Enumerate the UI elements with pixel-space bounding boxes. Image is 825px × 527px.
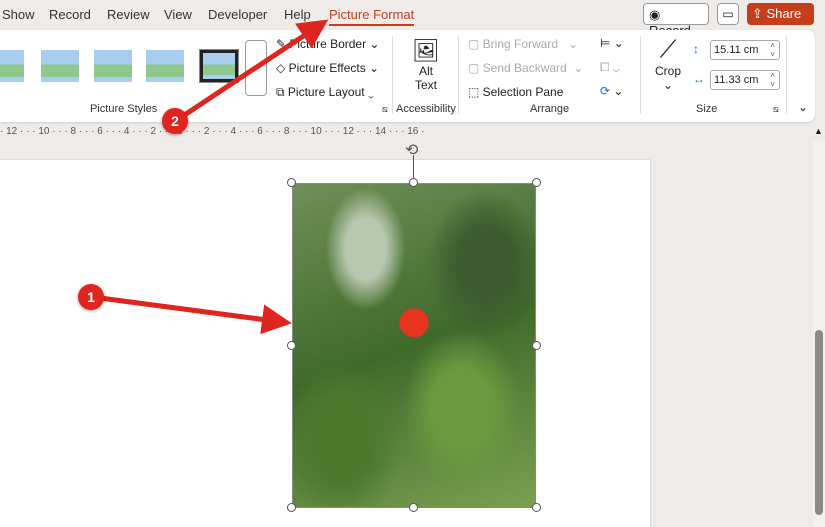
annotation-badge-1: 1 <box>78 284 104 310</box>
arrow-1 <box>99 295 292 335</box>
arrow-2 <box>178 19 329 121</box>
annotation-badge-2: 2 <box>162 108 188 134</box>
annotation-arrows <box>99 19 329 335</box>
